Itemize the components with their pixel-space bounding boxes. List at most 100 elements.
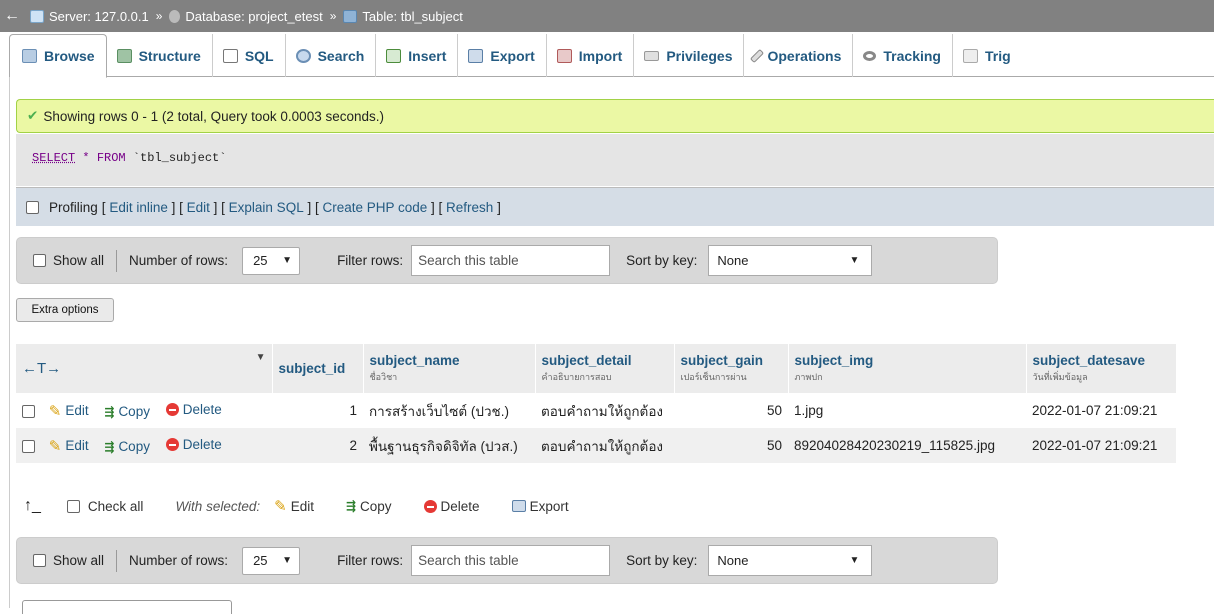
collapse-arrow-icon[interactable]: ← bbox=[4, 7, 20, 25]
cell-subject-name[interactable]: พื้นฐานธุรกิจดิจิทัล (ปวส.) bbox=[363, 428, 535, 463]
show-all-label[interactable]: Show all bbox=[53, 553, 104, 568]
column-subject-detail[interactable]: subject_detail คำอธิบายการสอบ bbox=[535, 344, 675, 393]
column-subject-name[interactable]: subject_name ชื่อวิชา bbox=[363, 344, 536, 393]
breadcrumb-database-label[interactable]: Database: project_etest bbox=[185, 9, 322, 24]
column-name[interactable]: subject_detail bbox=[542, 353, 632, 368]
check-all-checkbox[interactable] bbox=[66, 499, 80, 513]
tab-import[interactable]: Import bbox=[547, 34, 635, 77]
profiling-checkbox[interactable] bbox=[26, 200, 39, 214]
cell-subject-id[interactable]: 1 bbox=[272, 393, 363, 428]
sort-arrows-header[interactable]: ←T→ ▼ bbox=[16, 344, 273, 393]
refresh-link[interactable]: Refresh bbox=[446, 200, 493, 215]
bracket: [ bbox=[101, 199, 106, 215]
tab-label: Import bbox=[578, 47, 623, 64]
tracking-icon bbox=[863, 50, 877, 61]
edit-row-button[interactable]: ✎ Edit bbox=[49, 437, 89, 455]
breadcrumb-table-label[interactable]: Table: tbl_subject bbox=[362, 9, 462, 24]
cell-subject-gain[interactable]: 50 bbox=[674, 393, 788, 428]
bulk-actions-bar: ↑_ Check all With selected: ✎ Edit ⇶ Copy … bbox=[16, 493, 716, 519]
sort-by-key-select[interactable]: None ▼ bbox=[708, 245, 873, 276]
cell-subject-img[interactable]: 89204028420230219_115825.jpg bbox=[788, 428, 1026, 463]
breadcrumb-table[interactable]: Table: tbl_subject bbox=[343, 9, 463, 24]
sort-value: None bbox=[717, 253, 749, 268]
sort-by-key-select[interactable]: None ▼ bbox=[708, 545, 873, 576]
filter-rows-input[interactable]: Search this table bbox=[411, 245, 611, 276]
cell-subject-name[interactable]: การสร้างเว็บไซต์ (ปวช.) bbox=[363, 393, 535, 428]
column-comment: ชื่อวิชา bbox=[369, 372, 398, 382]
tab-search[interactable]: Search bbox=[286, 34, 377, 77]
tab-bar: Browse Structure SQL Search Insert Expor… bbox=[9, 34, 1214, 78]
breadcrumb-server-label[interactable]: Server: 127.0.0.1 bbox=[49, 9, 149, 24]
bulk-export-button[interactable]: Export bbox=[511, 498, 569, 514]
copy-row-button[interactable]: ⇶ Copy bbox=[104, 439, 150, 454]
import-icon bbox=[556, 48, 572, 63]
show-all-label[interactable]: Show all bbox=[53, 253, 104, 268]
delete-icon bbox=[165, 437, 179, 451]
show-all-checkbox[interactable] bbox=[33, 554, 46, 567]
create-php-code-link[interactable]: Create PHP code bbox=[322, 200, 427, 215]
column-comment: ภาพปก bbox=[794, 372, 823, 382]
bulk-export-label: Export bbox=[529, 498, 569, 514]
column-name[interactable]: subject_datesave bbox=[1033, 353, 1146, 368]
tab-export[interactable]: Export bbox=[458, 34, 547, 77]
column-name[interactable]: subject_name bbox=[370, 353, 460, 368]
filter-rows-input[interactable]: Search this table bbox=[411, 545, 611, 576]
breadcrumb-server[interactable]: Server: 127.0.0.1 bbox=[30, 9, 149, 24]
copy-icon: ⇶ bbox=[104, 404, 115, 419]
sql-table-name: `tbl_subject` bbox=[132, 151, 227, 165]
bulk-edit-button[interactable]: ✎ Edit bbox=[274, 497, 314, 515]
row-checkbox[interactable] bbox=[22, 405, 35, 419]
edit-inline-link[interactable]: Edit inline bbox=[109, 200, 168, 215]
edit-link[interactable]: Edit bbox=[187, 200, 210, 215]
column-subject-img[interactable]: subject_img ภาพปก bbox=[788, 344, 1027, 393]
column-toggle-icon[interactable]: ▼ bbox=[256, 352, 266, 363]
cell-subject-gain[interactable]: 50 bbox=[674, 428, 788, 463]
sql-keyword-select[interactable]: SELECT bbox=[32, 151, 75, 165]
bulk-delete-label: Delete bbox=[440, 498, 480, 514]
tab-label: Insert bbox=[408, 47, 447, 64]
tab-structure[interactable]: Structure bbox=[107, 34, 213, 77]
check-all-label[interactable]: Check all bbox=[88, 499, 144, 514]
tab-privileges[interactable]: Privileges bbox=[634, 34, 745, 77]
cell-subject-detail[interactable]: ตอบคำถามให้ถูกต้อง bbox=[535, 393, 674, 428]
tab-tracking[interactable]: Tracking bbox=[853, 34, 953, 77]
explain-sql-link[interactable]: Explain SQL bbox=[229, 200, 304, 215]
column-subject-id[interactable]: subject_id bbox=[272, 344, 364, 393]
sort-arrows[interactable]: ←T→ bbox=[22, 360, 61, 377]
number-of-rows-select[interactable]: 25 ▼ bbox=[242, 246, 301, 275]
success-message: ✔ Showing rows 0 - 1 (2 total, Query too… bbox=[16, 99, 1214, 133]
extra-options-button[interactable]: Extra options bbox=[16, 298, 114, 322]
cell-subject-img[interactable]: 1.jpg bbox=[788, 393, 1026, 428]
cell-subject-datesave[interactable]: 2022-01-07 21:09:21 bbox=[1026, 393, 1176, 428]
tab-sql[interactable]: SQL bbox=[213, 34, 286, 77]
edit-row-button[interactable]: ✎ Edit bbox=[49, 402, 89, 420]
column-name[interactable]: subject_id bbox=[279, 361, 346, 376]
delete-row-button[interactable]: Delete bbox=[165, 402, 222, 417]
table-header-row: ←T→ ▼ subject_id subject_name ชื่อวิชา su… bbox=[16, 344, 1177, 393]
number-of-rows-select[interactable]: 25 ▼ bbox=[242, 546, 301, 575]
tab-browse[interactable]: Browse bbox=[9, 34, 107, 78]
pencil-icon: ✎ bbox=[48, 437, 62, 455]
show-all-checkbox[interactable] bbox=[33, 254, 46, 267]
copy-icon: ⇶ bbox=[104, 439, 115, 454]
tab-operations[interactable]: Operations bbox=[744, 34, 854, 77]
bulk-copy-button[interactable]: ⇶ Copy bbox=[346, 499, 392, 514]
column-name[interactable]: subject_gain bbox=[681, 353, 764, 368]
row-checkbox[interactable] bbox=[22, 440, 35, 454]
tab-triggers[interactable]: Trig bbox=[953, 34, 1022, 77]
cell-subject-detail[interactable]: ตอบคำถามให้ถูกต้อง bbox=[535, 428, 674, 463]
cell-subject-id[interactable]: 2 bbox=[272, 428, 363, 463]
tab-insert[interactable]: Insert bbox=[376, 34, 459, 77]
copy-row-button[interactable]: ⇶ Copy bbox=[104, 404, 150, 419]
table-row[interactable]: ✎ Edit ⇶ Copy Delete 1 การสร้างเว็บไซต์ (ป… bbox=[16, 393, 1176, 428]
breadcrumb-database[interactable]: Database: project_etest bbox=[169, 9, 323, 24]
column-name[interactable]: subject_img bbox=[795, 353, 874, 368]
table-row[interactable]: ✎ Edit ⇶ Copy Delete 2 พื้นฐานธุรกิจดิจิทั… bbox=[16, 428, 1176, 463]
bulk-delete-button[interactable]: Delete bbox=[423, 498, 480, 514]
profiling-label: Profiling bbox=[49, 199, 98, 215]
cell-subject-datesave[interactable]: 2022-01-07 21:09:21 bbox=[1026, 428, 1176, 463]
delete-row-button[interactable]: Delete bbox=[165, 437, 222, 452]
column-subject-datesave[interactable]: subject_datesave วันที่เพิ่มข้อมูล bbox=[1026, 344, 1177, 393]
sql-keyword-from: FROM bbox=[96, 151, 126, 165]
column-subject-gain[interactable]: subject_gain เปอร์เซ็นการผ่าน bbox=[674, 344, 789, 393]
